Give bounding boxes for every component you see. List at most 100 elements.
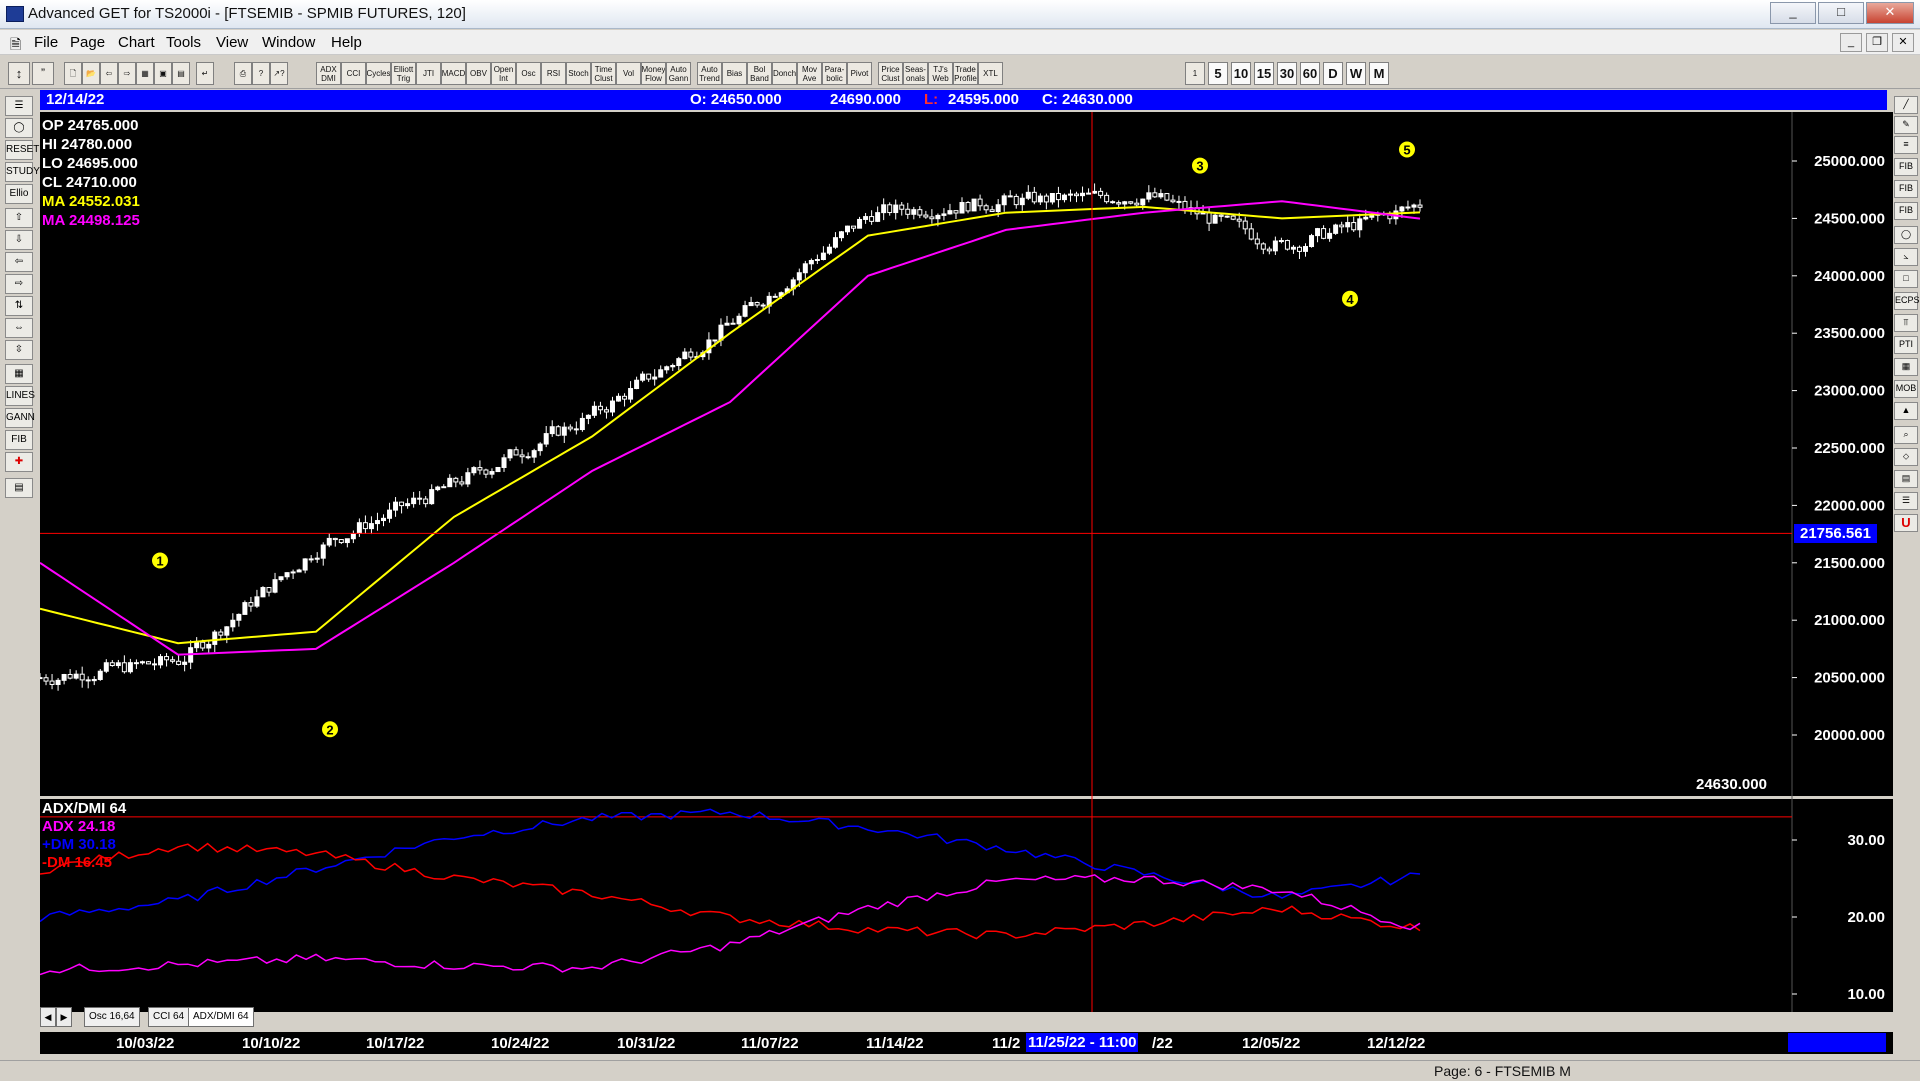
fib-tool-icon[interactable]: FIB [5,430,33,450]
grid-icon[interactable]: ▦ [136,62,154,85]
interval-1-button[interactable]: 1 [1185,62,1205,85]
study-button-cycles[interactable]: Cycles [366,62,391,85]
fan-tool-icon[interactable]: ⦣ [1894,248,1918,266]
minimize-button[interactable]: _ [1770,2,1816,24]
arrow-left-icon[interactable]: ⇦ [5,252,33,272]
channel-tool-icon[interactable]: ≡ [1894,136,1918,154]
maximize-button[interactable]: □ [1818,2,1864,24]
menu-page[interactable]: Page [70,34,105,51]
expand-tool-icon[interactable]: ⇅ [5,296,33,316]
study-button-tj-s-web[interactable]: TJ's Web [928,62,953,85]
trend-tool-icon[interactable]: ╱ [1894,96,1918,114]
fib-ret-icon[interactable]: FIB [1894,158,1918,176]
interval-60-button[interactable]: 60 [1300,62,1320,85]
study-button-para-bolic[interactable]: Para-bolic [822,62,847,85]
context-help-icon[interactable]: ↗? [270,62,288,85]
arrow-up-icon[interactable]: ⇧ [5,208,33,228]
mdi-close-button[interactable]: ✕ [1892,33,1914,52]
cross-tool-icon[interactable]: ✚ [5,452,33,472]
ecps-tool-icon[interactable]: ECPS [1894,292,1920,310]
new-page-icon[interactable]: 🗋 [64,62,82,85]
elliott-tool-icon[interactable]: Ellio [5,184,33,204]
study-button-elliott-trig[interactable]: Elliott Trig [391,62,416,85]
fib-ext-icon[interactable]: FIB [1894,180,1918,198]
menu-file[interactable]: File [34,34,58,51]
interval-15-button[interactable]: 15 [1254,62,1274,85]
zoom-icon[interactable]: ▣ [154,62,172,85]
study-button-mov-ave[interactable]: Mov Ave [797,62,822,85]
study-button-cci[interactable]: CCI [341,62,366,85]
interval-m-button[interactable]: M [1369,62,1389,85]
study-tool-icon[interactable]: STUDY [5,162,40,182]
menu-chart[interactable]: Chart [118,34,155,51]
study-button-seas-onals[interactable]: Seas-onals [903,62,928,85]
magnify-icon[interactable]: ⌕ [1894,426,1918,444]
help-icon[interactable]: ? [252,62,270,85]
exit-icon[interactable]: ↵ [196,62,214,85]
arrow-down-icon[interactable]: ⇩ [5,230,33,250]
price-chart[interactable]: 1 2 3 4 5 25000.000 24500.000 24000.000 23500.00… [40,112,1893,1012]
list-tool-icon[interactable]: ☰ [1894,492,1918,510]
menu-help[interactable]: Help [331,34,362,51]
study-button-rsi[interactable]: RSI [541,62,566,85]
open-icon[interactable]: 📂 [82,62,100,85]
menu-tool-icon[interactable]: ☰ [5,96,33,116]
study-button-bias[interactable]: Bias [722,62,747,85]
ellipse-icon[interactable]: ◯ [1894,226,1918,244]
gann-tool-icon[interactable]: GANN [5,408,35,428]
study-button-macd[interactable]: MACD [441,62,466,85]
forward-icon[interactable]: ⇨ [118,62,136,85]
tab-osc[interactable]: Osc 16,64 [84,1007,140,1027]
study-button-stoch[interactable]: Stoch [566,62,591,85]
pencil-tool-icon[interactable]: ✎ [1894,116,1918,134]
arrow-right-icon[interactable]: ⇨ [5,274,33,294]
tab-prev-arrow-icon[interactable]: ◀ [40,1007,56,1027]
menu-window[interactable]: Window [262,34,315,51]
interval-5-button[interactable]: 5 [1208,62,1228,85]
study-button-donch[interactable]: Donch [772,62,797,85]
compress-tool-icon[interactable]: ⇔ [5,318,33,338]
mdi-restore-button[interactable]: ❐ [1866,33,1888,52]
print-icon[interactable]: ⎙ [234,62,252,85]
ellipse-tool-icon[interactable]: ◯ [5,118,33,138]
study-button-auto-trend[interactable]: Auto Trend [697,62,722,85]
study-button-auto-gann[interactable]: Auto Gann [666,62,691,85]
study-button-bol-band[interactable]: Bol Band [747,62,772,85]
chart-area[interactable]: 1 2 3 4 5 25000.000 24500.000 24000.000 23500.00… [40,112,1893,1012]
quote-icon[interactable]: ” [32,62,54,85]
study-button-jti[interactable]: JTI [416,62,441,85]
layer-tool-icon[interactable]: ▤ [1894,470,1918,488]
pitchfork-icon[interactable]: ⫪ [1894,314,1918,332]
back-icon[interactable]: ⇦ [100,62,118,85]
study-button-adx-dmi[interactable]: ADX DMI [316,62,341,85]
study-button-osc[interactable]: Osc [516,62,541,85]
mdi-minimize-button[interactable]: _ [1840,33,1862,52]
mob-tool-icon[interactable]: MOB [1894,380,1918,398]
date-axis-scroll-highlight[interactable] [1788,1033,1886,1052]
study-button-time-clust[interactable]: Time Clust [591,62,616,85]
triangle-tool-icon[interactable]: ▲ [1894,402,1918,420]
page-tool-icon[interactable]: ▤ [5,478,33,498]
study-button-xtl[interactable]: XTL [978,62,1003,85]
lines-tool-icon[interactable]: LINES [5,386,35,406]
reset-tool-icon[interactable]: RESET [5,140,39,160]
study-button-pivot[interactable]: Pivot [847,62,872,85]
tab-next-arrow-icon[interactable]: ▶ [56,1007,72,1027]
study-button-money-flow[interactable]: Money Flow [641,62,666,85]
interval-10-button[interactable]: 10 [1231,62,1251,85]
interval-d-button[interactable]: D [1323,62,1343,85]
pti-tool-icon[interactable]: PTI [1894,336,1918,354]
interval-w-button[interactable]: W [1346,62,1366,85]
menu-view[interactable]: View [216,34,248,51]
tab-adx-dmi[interactable]: ADX/DMI 64 [188,1007,254,1027]
tab-cci[interactable]: CCI 64 [148,1007,190,1027]
study-button-obv[interactable]: OBV [466,62,491,85]
study-button-open-int[interactable]: Open Int [491,62,516,85]
grid-small-icon[interactable]: ▦ [1894,358,1918,376]
document-icon[interactable]: 🗎 [10,34,21,58]
pointer-icon[interactable]: ↕ [8,62,30,85]
study-button-vol[interactable]: Vol [616,62,641,85]
fit-tool-icon[interactable]: ⇳ [5,340,33,360]
fib-time-icon[interactable]: FIB [1894,202,1918,220]
grid-tool-icon[interactable]: ▦ [5,364,33,384]
